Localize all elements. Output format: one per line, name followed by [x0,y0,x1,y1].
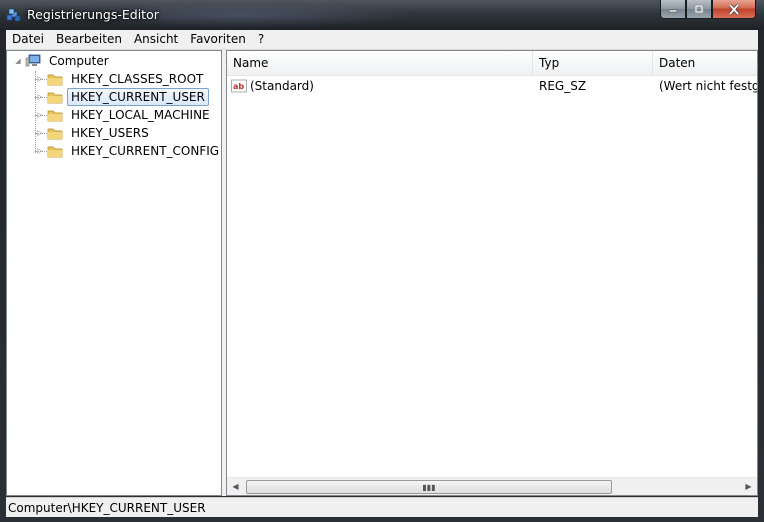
key-tree[interactable]: ◢ Computer ▷ HKEY_CLASSES_ROOT ▷ HKEY_CU… [6,50,222,496]
string-value-icon: ab [231,79,247,93]
tree-item-label-selected: HKEY_CURRENT_USER [67,88,209,106]
value-type-cell: REG_SZ [533,79,653,93]
folder-icon [47,128,63,140]
tree-item-computer[interactable]: ◢ Computer [13,52,113,70]
minimize-icon [668,9,678,13]
title-bar-glow [120,2,420,28]
tree-item-label: Computer [49,54,109,68]
scroll-left-button[interactable]: ◀ [227,478,244,495]
tree-item-label: HKEY_USERS [71,126,149,140]
status-path: Computer\HKEY_CURRENT_USER [8,501,206,515]
expand-arrow-icon[interactable]: ▷ [35,128,45,138]
column-header-data[interactable]: Daten [653,51,757,75]
value-list[interactable]: Name Typ Daten ab (Standard) REG_SZ (Wer… [226,50,758,496]
client-area: ◢ Computer ▷ HKEY_CLASSES_ROOT ▷ HKEY_CU… [6,50,758,496]
maximize-button[interactable] [686,0,712,19]
value-name-cell: ab (Standard) [227,79,533,93]
value-name: (Standard) [250,79,314,93]
svg-text:ab: ab [233,82,244,91]
status-bar: Computer\HKEY_CURRENT_USER [6,497,758,517]
tree-item-label: HKEY_CLASSES_ROOT [71,72,204,86]
registry-editor-window: Registrierungs-Editor Datei Bearbeiten A… [0,0,764,522]
close-button[interactable] [712,0,756,19]
menu-datei[interactable]: Datei [6,30,50,49]
column-header-row: Name Typ Daten [227,51,757,76]
menu-favoriten[interactable]: Favoriten [184,30,252,49]
expand-arrow-icon[interactable]: ▷ [35,110,45,120]
tree-item-hkey-current-config[interactable]: ▷ HKEY_CURRENT_CONFIG [35,142,221,160]
tree-item-label: HKEY_CURRENT_CONFIG [71,144,220,158]
tree-item-label: HKEY_LOCAL_MACHINE [71,108,210,122]
folder-icon [47,110,63,122]
registry-editor-icon[interactable] [6,7,22,23]
column-header-name[interactable]: Name [227,51,533,75]
value-data: (Wert nicht festgelegt) [659,79,757,93]
title-bar[interactable]: Registrierungs-Editor [0,0,764,30]
tree-item-hkey-users[interactable]: ▷ HKEY_USERS [35,124,153,142]
menu-help[interactable]: ? [252,30,270,49]
window-title: Registrierungs-Editor [27,7,159,22]
close-icon [728,3,740,15]
folder-icon [47,146,63,158]
menu-bearbeiten[interactable]: Bearbeiten [50,30,128,49]
expand-arrow-icon[interactable]: ▷ [35,92,45,102]
grip-icon: ▮▮▮ [422,482,436,492]
column-header-type[interactable]: Typ [533,51,653,75]
table-row[interactable]: ab (Standard) REG_SZ (Wert nicht festgel… [227,76,757,96]
computer-icon [25,54,41,67]
maximize-icon [694,4,704,14]
expand-arrow-icon[interactable]: ▷ [35,74,45,84]
tree-item-hkey-local-machine[interactable]: ▷ HKEY_LOCAL_MACHINE [35,106,214,124]
value-data-cell: (Wert nicht festgelegt) [653,79,757,93]
folder-icon [47,74,63,86]
tree-item-hkey-current-user[interactable]: ▷ HKEY_CURRENT_USER [35,88,209,106]
caption-buttons [660,0,756,20]
collapse-arrow-icon[interactable]: ◢ [13,56,23,66]
expand-arrow-icon[interactable]: ▷ [35,146,45,156]
value-type: REG_SZ [539,79,587,93]
menu-ansicht[interactable]: Ansicht [128,30,184,49]
folder-icon [47,92,63,104]
minimize-button[interactable] [660,0,686,19]
menu-bar: Datei Bearbeiten Ansicht Favoriten ? [6,30,758,50]
tree-item-hkey-classes-root[interactable]: ▷ HKEY_CLASSES_ROOT [35,70,207,88]
scrollbar-thumb[interactable]: ▮▮▮ [246,480,612,494]
scroll-right-button[interactable]: ▶ [740,478,757,495]
horizontal-scrollbar[interactable]: ◀ ▮▮▮ ▶ [227,477,757,495]
